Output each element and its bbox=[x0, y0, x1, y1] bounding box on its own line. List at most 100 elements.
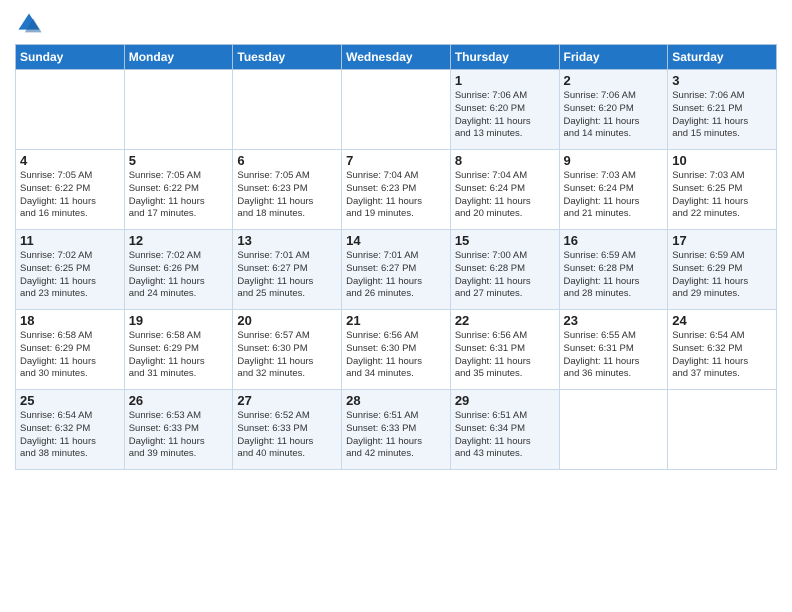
day-number: 13 bbox=[237, 233, 337, 248]
calendar-cell: 17 Sunrise: 6:59 AM Sunset: 6:29 PM Dayli… bbox=[668, 230, 777, 310]
day-info: Sunrise: 6:59 AM Sunset: 6:28 PM Dayligh… bbox=[564, 250, 664, 301]
weekday-header-monday: Monday bbox=[124, 45, 233, 70]
calendar-cell: 14 Sunrise: 7:01 AM Sunset: 6:27 PM Dayli… bbox=[342, 230, 451, 310]
day-info: Sunrise: 7:05 AM Sunset: 6:23 PM Dayligh… bbox=[237, 170, 337, 221]
calendar-cell: 22 Sunrise: 6:56 AM Sunset: 6:31 PM Dayli… bbox=[450, 310, 559, 390]
day-number: 25 bbox=[20, 393, 120, 408]
calendar-cell: 10Sunrise: 7:03 AM Sunset: 6:25 PM Dayli… bbox=[668, 150, 777, 230]
weekday-header-tuesday: Tuesday bbox=[233, 45, 342, 70]
day-info: Sunrise: 7:03 AM Sunset: 6:24 PM Dayligh… bbox=[564, 170, 664, 221]
calendar-cell: 13 Sunrise: 7:01 AM Sunset: 6:27 PM Dayli… bbox=[233, 230, 342, 310]
calendar-cell: 18 Sunrise: 6:58 AM Sunset: 6:29 PM Dayli… bbox=[16, 310, 125, 390]
day-number: 4 bbox=[20, 153, 120, 168]
calendar-cell: 9Sunrise: 7:03 AM Sunset: 6:24 PM Daylig… bbox=[559, 150, 668, 230]
day-number: 14 bbox=[346, 233, 446, 248]
logo bbox=[15, 10, 47, 38]
day-number: 2 bbox=[564, 73, 664, 88]
weekday-header-wednesday: Wednesday bbox=[342, 45, 451, 70]
calendar-cell: 25 Sunrise: 6:54 AM Sunset: 6:32 PM Dayli… bbox=[16, 390, 125, 470]
calendar-cell: 3Sunrise: 7:06 AM Sunset: 6:21 PM Daylig… bbox=[668, 70, 777, 150]
calendar-cell: 5 Sunrise: 7:05 AM Sunset: 6:22 PM Daylig… bbox=[124, 150, 233, 230]
calendar-cell: 23 Sunrise: 6:55 AM Sunset: 6:31 PM Dayli… bbox=[559, 310, 668, 390]
day-info: Sunrise: 6:57 AM Sunset: 6:30 PM Dayligh… bbox=[237, 330, 337, 381]
calendar-cell: 11 Sunrise: 7:02 AM Sunset: 6:25 PM Dayli… bbox=[16, 230, 125, 310]
calendar-cell: 8Sunrise: 7:04 AM Sunset: 6:24 PM Daylig… bbox=[450, 150, 559, 230]
day-info: Sunrise: 6:51 AM Sunset: 6:34 PM Dayligh… bbox=[455, 410, 555, 461]
day-number: 21 bbox=[346, 313, 446, 328]
day-number: 11 bbox=[20, 233, 120, 248]
calendar-table: SundayMondayTuesdayWednesdayThursdayFrid… bbox=[15, 44, 777, 470]
calendar-cell: 20 Sunrise: 6:57 AM Sunset: 6:30 PM Dayli… bbox=[233, 310, 342, 390]
day-number: 24 bbox=[672, 313, 772, 328]
day-info: Sunrise: 7:04 AM Sunset: 6:23 PM Dayligh… bbox=[346, 170, 446, 221]
day-info: Sunrise: 6:53 AM Sunset: 6:33 PM Dayligh… bbox=[129, 410, 229, 461]
weekday-header-sunday: Sunday bbox=[16, 45, 125, 70]
day-info: Sunrise: 7:01 AM Sunset: 6:27 PM Dayligh… bbox=[237, 250, 337, 301]
day-info: Sunrise: 6:55 AM Sunset: 6:31 PM Dayligh… bbox=[564, 330, 664, 381]
calendar-cell: 12 Sunrise: 7:02 AM Sunset: 6:26 PM Dayli… bbox=[124, 230, 233, 310]
day-number: 19 bbox=[129, 313, 229, 328]
day-number: 20 bbox=[237, 313, 337, 328]
day-info: Sunrise: 7:05 AM Sunset: 6:22 PM Dayligh… bbox=[129, 170, 229, 221]
calendar-cell bbox=[342, 70, 451, 150]
day-number: 28 bbox=[346, 393, 446, 408]
calendar-cell: 15 Sunrise: 7:00 AM Sunset: 6:28 PM Dayli… bbox=[450, 230, 559, 310]
day-info: Sunrise: 7:06 AM Sunset: 6:20 PM Dayligh… bbox=[564, 90, 664, 141]
day-number: 15 bbox=[455, 233, 555, 248]
day-info: Sunrise: 7:00 AM Sunset: 6:28 PM Dayligh… bbox=[455, 250, 555, 301]
weekday-header-row: SundayMondayTuesdayWednesdayThursdayFrid… bbox=[16, 45, 777, 70]
calendar-cell bbox=[668, 390, 777, 470]
calendar-cell: 29 Sunrise: 6:51 AM Sunset: 6:34 PM Dayli… bbox=[450, 390, 559, 470]
day-info: Sunrise: 7:01 AM Sunset: 6:27 PM Dayligh… bbox=[346, 250, 446, 301]
weekday-header-friday: Friday bbox=[559, 45, 668, 70]
calendar-page: SundayMondayTuesdayWednesdayThursdayFrid… bbox=[0, 0, 792, 612]
calendar-cell: 1 Sunrise: 7:06 AM Sunset: 6:20 PM Daylig… bbox=[450, 70, 559, 150]
day-info: Sunrise: 6:56 AM Sunset: 6:30 PM Dayligh… bbox=[346, 330, 446, 381]
day-info: Sunrise: 7:05 AM Sunset: 6:22 PM Dayligh… bbox=[20, 170, 120, 221]
calendar-cell bbox=[559, 390, 668, 470]
calendar-header: SundayMondayTuesdayWednesdayThursdayFrid… bbox=[16, 45, 777, 70]
day-number: 7 bbox=[346, 153, 446, 168]
day-number: 26 bbox=[129, 393, 229, 408]
day-info: Sunrise: 6:58 AM Sunset: 6:29 PM Dayligh… bbox=[20, 330, 120, 381]
header bbox=[15, 10, 777, 38]
day-number: 17 bbox=[672, 233, 772, 248]
calendar-cell: 24 Sunrise: 6:54 AM Sunset: 6:32 PM Dayli… bbox=[668, 310, 777, 390]
weekday-header-thursday: Thursday bbox=[450, 45, 559, 70]
day-info: Sunrise: 7:06 AM Sunset: 6:21 PM Dayligh… bbox=[672, 90, 772, 141]
calendar-cell: 4 Sunrise: 7:05 AM Sunset: 6:22 PM Daylig… bbox=[16, 150, 125, 230]
day-info: Sunrise: 7:06 AM Sunset: 6:20 PM Dayligh… bbox=[455, 90, 555, 141]
weekday-header-saturday: Saturday bbox=[668, 45, 777, 70]
day-info: Sunrise: 6:59 AM Sunset: 6:29 PM Dayligh… bbox=[672, 250, 772, 301]
day-info: Sunrise: 6:54 AM Sunset: 6:32 PM Dayligh… bbox=[20, 410, 120, 461]
day-info: Sunrise: 7:03 AM Sunset: 6:25 PM Dayligh… bbox=[672, 170, 772, 221]
logo-icon bbox=[15, 10, 43, 38]
calendar-cell: 26 Sunrise: 6:53 AM Sunset: 6:33 PM Dayli… bbox=[124, 390, 233, 470]
day-info: Sunrise: 6:56 AM Sunset: 6:31 PM Dayligh… bbox=[455, 330, 555, 381]
day-number: 16 bbox=[564, 233, 664, 248]
day-number: 8 bbox=[455, 153, 555, 168]
calendar-cell: 2 Sunrise: 7:06 AM Sunset: 6:20 PM Daylig… bbox=[559, 70, 668, 150]
day-info: Sunrise: 6:54 AM Sunset: 6:32 PM Dayligh… bbox=[672, 330, 772, 381]
day-number: 22 bbox=[455, 313, 555, 328]
calendar-cell bbox=[16, 70, 125, 150]
day-info: Sunrise: 6:51 AM Sunset: 6:33 PM Dayligh… bbox=[346, 410, 446, 461]
calendar-body: 1 Sunrise: 7:06 AM Sunset: 6:20 PM Daylig… bbox=[16, 70, 777, 470]
day-info: Sunrise: 6:58 AM Sunset: 6:29 PM Dayligh… bbox=[129, 330, 229, 381]
day-info: Sunrise: 7:02 AM Sunset: 6:25 PM Dayligh… bbox=[20, 250, 120, 301]
calendar-cell: 6Sunrise: 7:05 AM Sunset: 6:23 PM Daylig… bbox=[233, 150, 342, 230]
day-number: 5 bbox=[129, 153, 229, 168]
day-number: 1 bbox=[455, 73, 555, 88]
day-number: 29 bbox=[455, 393, 555, 408]
calendar-cell: 21 Sunrise: 6:56 AM Sunset: 6:30 PM Dayli… bbox=[342, 310, 451, 390]
calendar-week-row: 11 Sunrise: 7:02 AM Sunset: 6:25 PM Dayli… bbox=[16, 230, 777, 310]
day-info: Sunrise: 6:52 AM Sunset: 6:33 PM Dayligh… bbox=[237, 410, 337, 461]
day-number: 12 bbox=[129, 233, 229, 248]
day-number: 23 bbox=[564, 313, 664, 328]
calendar-cell: 7 Sunrise: 7:04 AM Sunset: 6:23 PM Daylig… bbox=[342, 150, 451, 230]
day-number: 18 bbox=[20, 313, 120, 328]
calendar-cell: 27Sunrise: 6:52 AM Sunset: 6:33 PM Dayli… bbox=[233, 390, 342, 470]
day-info: Sunrise: 7:02 AM Sunset: 6:26 PM Dayligh… bbox=[129, 250, 229, 301]
calendar-week-row: 18 Sunrise: 6:58 AM Sunset: 6:29 PM Dayli… bbox=[16, 310, 777, 390]
calendar-cell bbox=[233, 70, 342, 150]
